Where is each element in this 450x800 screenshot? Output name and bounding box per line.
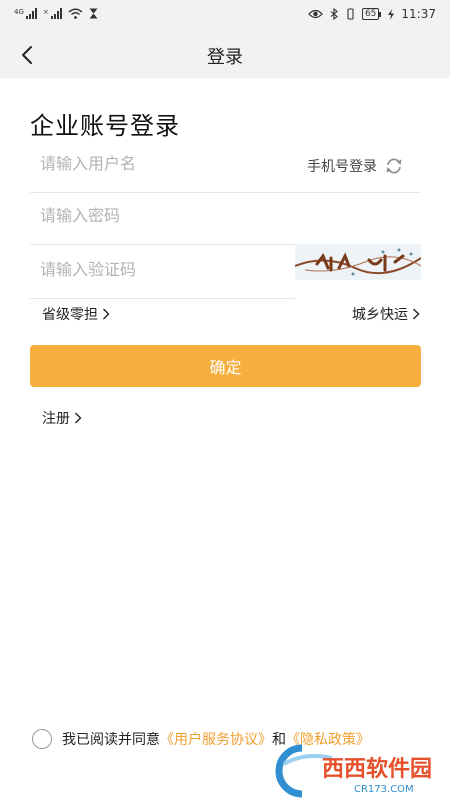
captcha-input[interactable] <box>40 260 280 279</box>
sim2-status-label: × <box>42 8 49 16</box>
service-options-row: 省级零担 城乡快运 <box>42 304 420 328</box>
provincial-ltl-label: 省级零担 <box>42 307 98 323</box>
username-input[interactable] <box>40 154 280 173</box>
refresh-icon <box>386 158 402 174</box>
register-label: 注册 <box>42 411 70 427</box>
clock: 11:37 <box>401 7 436 21</box>
battery-indicator: 65 <box>361 8 382 20</box>
watermark-url: CR173.COM <box>354 784 414 795</box>
password-field-row <box>30 192 421 245</box>
hourglass-icon <box>89 8 98 19</box>
eye-icon <box>308 9 323 19</box>
terms-of-service-link[interactable]: 《用户服务协议》 <box>160 729 272 749</box>
chevron-right-icon <box>75 412 82 424</box>
password-input[interactable] <box>40 206 280 225</box>
login-form-panel: 企业账号登录 手机号登录 <box>0 78 450 800</box>
agreement-prefix: 我已阅读并同意 <box>62 732 160 748</box>
nav-title: 登录 <box>207 47 243 68</box>
wifi-icon <box>68 8 83 19</box>
charging-icon <box>388 8 395 20</box>
signal-strength-2-icon: × <box>43 8 62 19</box>
register-link[interactable]: 注册 <box>42 408 82 428</box>
nav-bar: 登录 <box>0 32 450 76</box>
chevron-right-icon <box>103 308 110 320</box>
bluetooth-icon <box>330 8 338 20</box>
phone-login-toggle[interactable]: 手机号登录 <box>307 156 403 176</box>
captcha-field-row <box>30 246 295 299</box>
watermark-brand: 西西软件园 <box>322 756 432 782</box>
urban-rural-express-link[interactable]: 城乡快运 <box>352 304 420 324</box>
signal-strength-icon: 4G <box>14 8 37 19</box>
urban-rural-express-label: 城乡快运 <box>352 307 408 323</box>
watermark-logo: 西西软件园 CR173.COM <box>275 744 432 798</box>
vibrate-icon <box>347 8 354 20</box>
status-right: 65 11:37 <box>308 7 436 21</box>
phone-login-label: 手机号登录 <box>307 159 377 175</box>
captcha-graphic <box>295 244 421 280</box>
network-type-label: 4G <box>14 8 24 16</box>
battery-level: 65 <box>361 8 380 20</box>
provincial-ltl-link[interactable]: 省级零担 <box>42 304 110 324</box>
status-bar: 4G × 65 11:37 <box>0 0 450 32</box>
agreement-checkbox[interactable] <box>32 729 52 749</box>
status-left: 4G × <box>14 8 98 19</box>
confirm-button[interactable]: 确定 <box>30 345 421 387</box>
captcha-image[interactable] <box>295 244 421 280</box>
page-title: 企业账号登录 <box>30 112 180 140</box>
chevron-right-icon <box>413 308 420 320</box>
username-field-row: 手机号登录 <box>30 140 421 193</box>
